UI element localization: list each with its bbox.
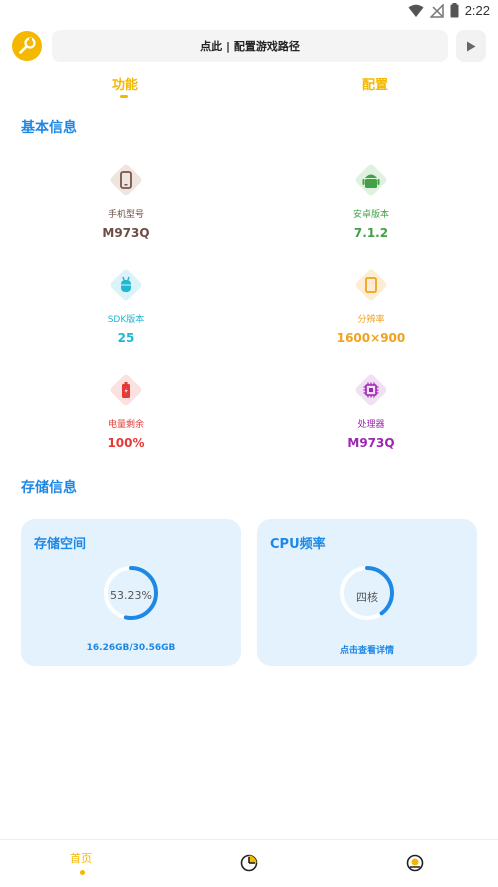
sdk-icon (109, 268, 143, 302)
wrench-logo-icon[interactable] (12, 31, 42, 61)
phone-icon (109, 163, 143, 197)
basic-info-title: 基本信息 (21, 120, 77, 136)
info-item-android-version: 安卓版本 7.1.2 (291, 163, 451, 240)
status-time: 2:22 (464, 3, 490, 18)
play-button[interactable] (456, 30, 486, 62)
info-label: SDK版本 (107, 315, 145, 325)
screen-icon (354, 268, 388, 302)
status-bar: 2:22 (0, 0, 498, 24)
info-item-processor: 处理器 M973Q (291, 373, 451, 450)
no-signal-icon (429, 3, 444, 18)
storage-info-title: 存储信息 (21, 480, 77, 496)
info-item-resolution: 分辨率 1600×900 (291, 268, 451, 345)
info-value: 1600×900 (336, 331, 406, 345)
info-value: M973Q (347, 436, 395, 450)
info-item-sdk-version: SDK版本 25 (46, 268, 206, 345)
info-value: M973Q (102, 226, 150, 240)
chart-tab-icon[interactable] (240, 854, 258, 872)
tab-bar: 功能 配置 (0, 70, 498, 100)
game-path-label: 点此 | 配置游戏路径 (200, 40, 300, 53)
active-tab-indicator (120, 95, 128, 98)
info-label: 电量剩余 (107, 420, 144, 430)
android-icon (354, 163, 388, 197)
battery-level-icon (109, 373, 143, 407)
info-item-battery: 电量剩余 100% (46, 373, 206, 450)
info-value: 25 (117, 331, 135, 345)
cpu-card-title: CPU频率 (270, 537, 326, 552)
info-label: 手机型号 (107, 210, 144, 220)
info-value: 7.1.2 (353, 226, 389, 240)
tab-config[interactable]: 配置 (362, 74, 388, 93)
info-item-phone-model: 手机型号 M973Q (46, 163, 206, 240)
cpu-frequency-card[interactable]: CPU频率 四核 点击查看详情 (257, 519, 477, 666)
profile-tab-icon[interactable] (406, 854, 424, 872)
bottom-nav: 首页 (0, 839, 498, 887)
nav-active-dot (80, 870, 85, 875)
cpu-details-link[interactable]: 点击查看详情 (257, 643, 477, 656)
cpu-cores-label: 四核 (356, 591, 378, 604)
info-value: 100% (107, 436, 145, 450)
game-path-button[interactable]: 点此 | 配置游戏路径 (52, 30, 448, 62)
nav-home-tab[interactable]: 首页 (70, 850, 92, 866)
battery-icon (450, 3, 459, 18)
info-label: 安卓版本 (352, 210, 389, 220)
info-label: 处理器 (357, 420, 385, 430)
storage-space-card[interactable]: 存储空间 53.23% 16.26GB/30.56GB (21, 519, 241, 666)
storage-card-title: 存储空间 (34, 537, 87, 552)
info-label: 分辨率 (357, 315, 385, 325)
top-bar: 点此 | 配置游戏路径 (0, 28, 498, 64)
storage-percent: 53.23% (110, 589, 152, 602)
chip-icon (354, 373, 388, 407)
status-icons: 2:22 (408, 3, 490, 18)
play-icon (467, 41, 476, 51)
storage-usage: 16.26GB/30.56GB (86, 643, 176, 653)
wifi-icon (408, 4, 424, 17)
tab-function[interactable]: 功能 (112, 74, 138, 93)
